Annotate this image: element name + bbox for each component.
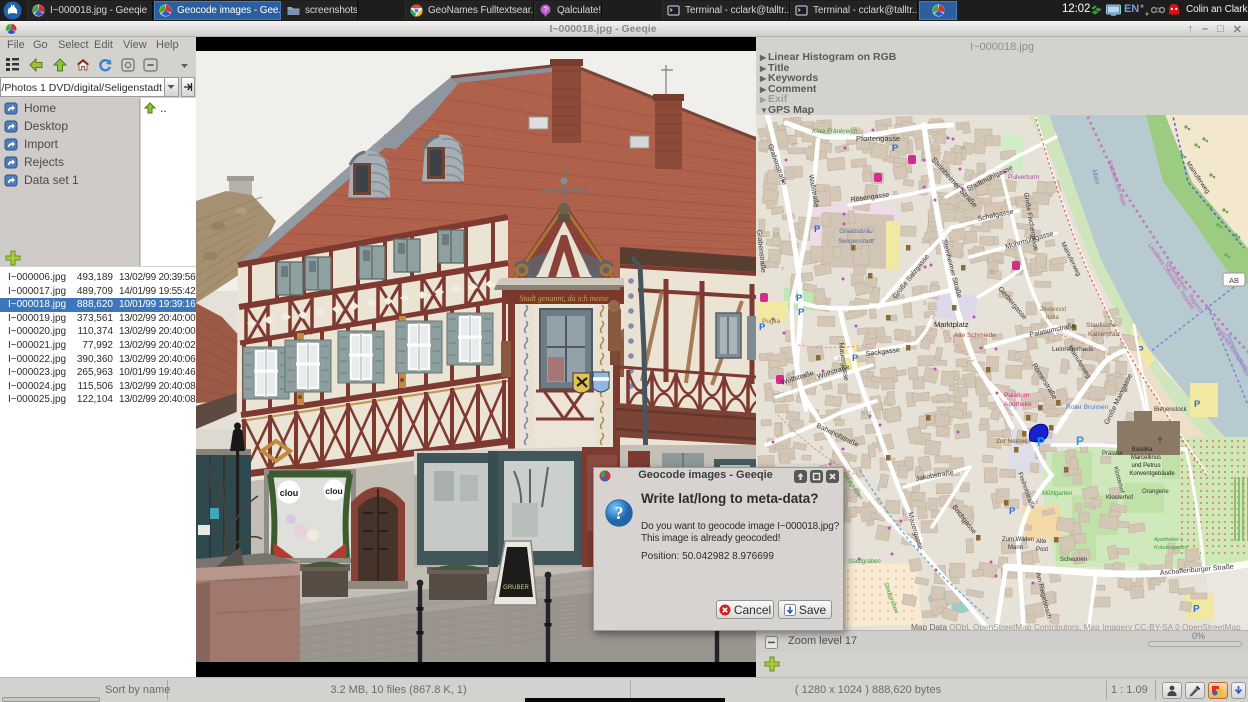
svg-text:Konventgebäude: Konventgebäude (1129, 471, 1175, 477)
svg-text:16: 16 (960, 146, 966, 152)
svg-text:P: P (814, 224, 821, 235)
svg-text:Stadt genannt, da ich meine: Stadt genannt, da ich meine (519, 294, 609, 303)
svg-text:1: 1 (902, 511, 905, 517)
svg-text:Glaabsbräu: Glaabsbräu (839, 228, 873, 235)
svg-text:8: 8 (792, 370, 795, 376)
svg-text:Prälatur: Prälatur (1102, 451, 1123, 457)
svg-text:P: P (1194, 399, 1201, 410)
svg-text:?: ? (543, 6, 548, 15)
svg-text:Mühlgarten: Mühlgarten (1042, 491, 1073, 497)
svg-text:35: 35 (1015, 439, 1021, 445)
svg-text:Scheunen: Scheunen (1060, 557, 1087, 563)
svg-text:6: 6 (820, 446, 823, 452)
svg-text:15: 15 (785, 374, 791, 380)
svg-text:Kräutergarten: Kräutergarten (1154, 545, 1188, 551)
svg-text:9: 9 (923, 301, 926, 307)
svg-text:Seligenstadt: Seligenstadt (838, 238, 875, 245)
svg-text:31: 31 (854, 490, 860, 496)
svg-text:Apotheker i: Apotheker i (1153, 537, 1183, 543)
svg-text:P: P (1076, 434, 1084, 448)
svg-text:26: 26 (915, 466, 921, 472)
svg-text:P: P (852, 353, 859, 364)
svg-text:35: 35 (892, 191, 898, 197)
svg-text:P: P (1009, 506, 1016, 517)
svg-text:Map Data ODbL OpenStreetMap Co: Map Data ODbL OpenStreetMap Contributors… (911, 622, 1241, 630)
svg-text:P: P (892, 143, 899, 154)
svg-text:11: 11 (866, 411, 872, 417)
svg-text:P: P (1193, 604, 1200, 615)
svg-text:clou: clou (280, 488, 299, 498)
svg-text:7: 7 (846, 234, 849, 240)
svg-text:Zur Neewe: Zur Neewe (996, 438, 1028, 445)
svg-text:Basilika: Basilika (1132, 447, 1153, 453)
svg-text:clou: clou (325, 486, 342, 496)
svg-text:32: 32 (1007, 171, 1013, 177)
svg-text:Alte: Alte (1036, 539, 1047, 545)
svg-text:Leinreiterhaus: Leinreiterhaus (1052, 346, 1094, 353)
svg-text:Roter Brunnen: Roter Brunnen (1066, 404, 1109, 411)
svg-text:Staufische: Staufische (1086, 322, 1117, 329)
svg-text:Puglia: Puglia (762, 318, 780, 325)
svg-text:Klosterhof: Klosterhof (1106, 495, 1133, 501)
svg-text:6: 6 (862, 411, 865, 417)
svg-text:Klaa Fränkreich: Klaa Fränkreich (812, 128, 858, 135)
svg-text:33: 33 (890, 134, 896, 140)
svg-text:Mann: Mann (1008, 545, 1023, 551)
svg-text:P: P (796, 293, 803, 304)
svg-text:Map Data: Map Data (911, 622, 947, 630)
svg-text:?: ? (615, 503, 624, 523)
svg-text:7: 7 (781, 267, 784, 273)
svg-text:9: 9 (840, 363, 843, 369)
svg-text:und Petrus: und Petrus (1131, 463, 1160, 469)
svg-text:12: 12 (773, 391, 779, 397)
svg-text:Stadtgraben: Stadtgraben (848, 559, 881, 565)
svg-text:33: 33 (829, 460, 835, 466)
svg-text:Italia: Italia (1046, 315, 1059, 321)
svg-text:P: P (798, 307, 805, 318)
svg-text:37: 37 (791, 143, 797, 149)
svg-text:5: 5 (877, 487, 880, 493)
svg-text:Apotheke: Apotheke (1004, 401, 1032, 408)
svg-text:Post: Post (1036, 547, 1048, 553)
svg-text:Marktplatz: Marktplatz (934, 320, 969, 329)
svg-text:Orangerie: Orangerie (1142, 489, 1169, 495)
svg-text:AB: AB (1229, 276, 1239, 285)
svg-text:Marcellinus: Marcellinus (1131, 455, 1161, 461)
svg-text:Alte Schmiede: Alte Schmiede (954, 332, 996, 339)
svg-text:Bienenstock: Bienenstock (1154, 407, 1188, 413)
svg-text:34: 34 (1040, 306, 1046, 312)
svg-text:Palatium: Palatium (1004, 392, 1029, 399)
svg-text:Zum Wilden: Zum Wilden (1002, 537, 1034, 543)
svg-text:P: P (1037, 435, 1045, 449)
svg-text:17: 17 (971, 187, 977, 193)
svg-text:GRUBER: GRUBER (503, 585, 529, 591)
svg-text:13: 13 (773, 232, 779, 238)
svg-text:Kaiserpfälz: Kaiserpfälz (1088, 331, 1120, 338)
svg-text:30: 30 (989, 270, 995, 276)
